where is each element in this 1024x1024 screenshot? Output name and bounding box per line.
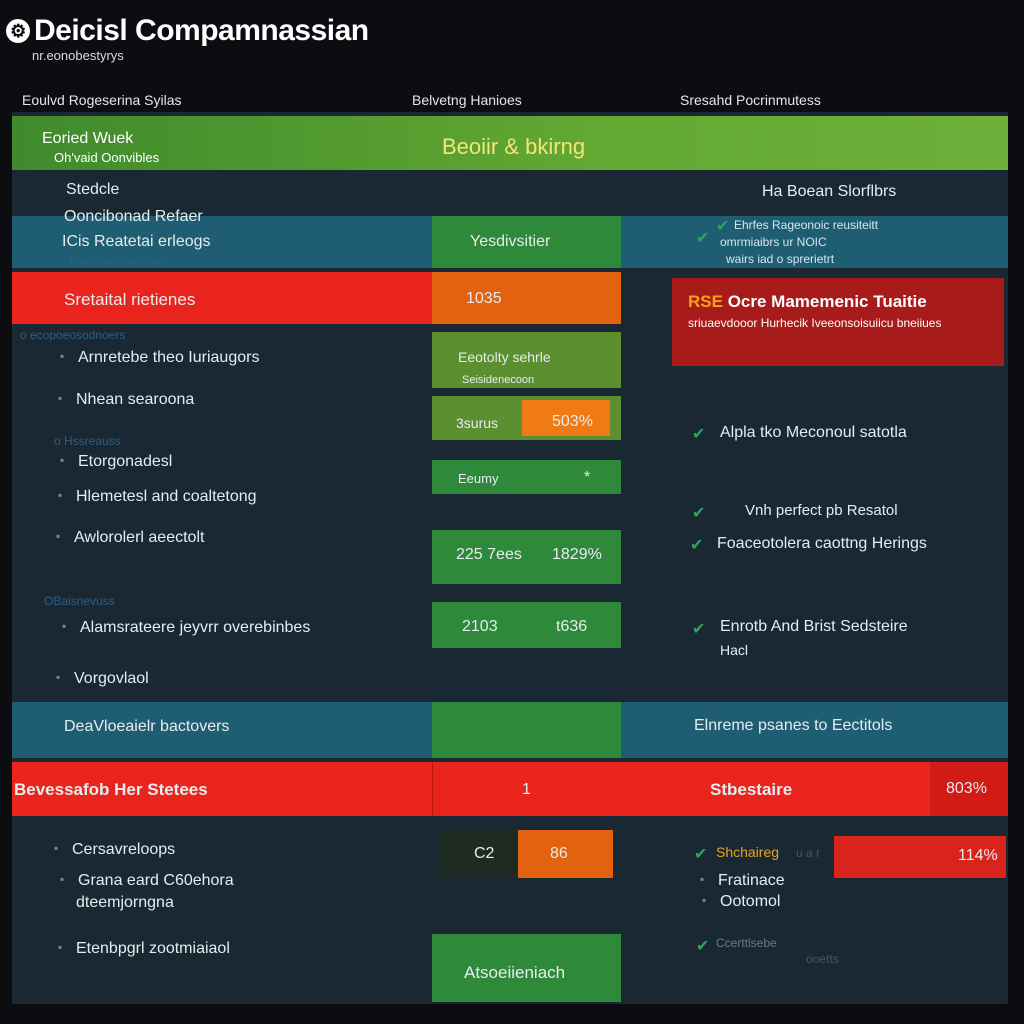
section3-item-3: Etenbpgrl zootmiaiaol [58,940,230,958]
page-title: ⚙ Deicisl Compamnassian [6,14,369,48]
teal-row-2-center-cell[interactable] [432,702,621,758]
red-row-2-divider [432,762,433,816]
note-sub: sriuaevdooor Hurhecik Iveeonsoisuiicu bn… [688,316,942,330]
section2-right-4: Enrotb And Brist Sedsteire [720,618,908,635]
cell-2-a: 3surus [456,415,499,431]
section3-right-1-faint: u a r [796,846,821,860]
cell-2-b: 503% [552,413,593,430]
section2-item-1: Arnretebe theo Iuriaugors [60,349,259,367]
section3-right-2: Fratinace [700,872,785,890]
section2-faint-3: OBaisnevuss [44,594,115,608]
column-header-2[interactable]: Belvetng Hanioes [412,92,522,108]
cell-1-b: Seisidenecoon [462,374,535,386]
section1-line2: ICis Reatetai erleogs [62,233,211,250]
section2-item-7: Vorgovlaol [56,670,149,688]
section2-right-3: Foaceotolera caottng Herings [717,535,927,552]
cell-3-b: * [584,469,591,486]
teal-row-2-right: Elnreme psanes to Eectitols [694,717,893,734]
red-row-2-right-value: 803% [946,780,987,797]
section1-right-line1: Ehrfes Rageonoic reusiteitt [734,218,879,232]
check-icon: ✔ [716,218,730,235]
logo-icon: ⚙ [6,19,30,43]
page-subtitle: nr.eonobestyrys [32,48,124,63]
section1-right-line3: wairs iad o sprerietrt [726,252,835,266]
title-text: Deicisl Compamnassian [34,14,369,47]
cell-4-a: 225 7ees [456,546,522,563]
teal-row-2-label: DeaVloeaielr bactovers [64,718,230,735]
column-header-1[interactable]: Eoulvd Rogeserina Syilas [22,92,182,108]
check-icon: ✔ [690,537,704,554]
column-header-3[interactable]: Sresahd Pocrinmutess [680,92,821,108]
cell-5-b: t636 [556,618,588,635]
section2-item-4: Hlemetesl and coaltetong [58,488,257,506]
yes-cell-label: Yesdivsitier [470,233,551,250]
red-row-2-label: Bevessafob Her Stetees [14,780,208,799]
check-icon: ✔ [694,846,708,863]
red-row-1-value-cell[interactable] [432,272,621,324]
section3-right-3: Ootomol [702,893,781,911]
section1-right-heading: Ha Boean Slorflbrs [762,183,897,200]
section1-right-line2: omrmiaibrs ur NOIC [720,235,827,249]
note-tag: RSE [688,292,723,311]
section2-faint-1: o ecopoeosodnoers [20,328,126,342]
cell-5-a: 2103 [462,618,498,635]
section3-item-2b: dteemjorngna [76,894,174,911]
red-row-1-value: 1035 [466,290,502,307]
green-header-center: Beoiir & bkirng [442,134,586,159]
section3-right-value: 114% [958,847,998,864]
section3-item-1: Cersavreloops [54,841,175,859]
green-header-left-1: Eoried Wuek [42,130,134,147]
section3-item-2a: Grana eard C60ehora [60,872,234,890]
section2-item-3: Etorgonadesl [60,453,172,471]
section2-item-6: Alamsrateere jeyvrr overebinbes [62,619,310,637]
section1-heading: Stedcle [66,181,120,198]
check-icon: ✔ [692,505,706,522]
section3-right-4-faint: ooetts [806,952,839,966]
section2-right-4b: Hacl [720,642,749,658]
cell-1-a: Eeotolty sehrle [458,349,551,365]
cell-7-text: Atsoeiieniach [464,963,566,982]
check-icon: ✔ [692,426,706,443]
section3-right-4: Ccerttlsebe [716,936,777,950]
section2-right-1: Alpla tko Meconoul satotla [720,424,907,441]
section1-faint: toetiirnarnaantorn [70,255,165,269]
cell-5[interactable] [432,602,621,648]
red-row-2-center: 1 [522,781,531,798]
section1-line1: Ooncibonad Refaer [64,208,203,225]
cell-6-b-text: 86 [550,845,568,862]
cell-4-b: 1829% [552,546,602,563]
green-header-left-2: Oh'vaid Oonvibles [54,150,160,165]
section2-item-2: Nhean searoona [58,391,194,409]
section3-right-1: Shchaireg [716,844,780,860]
check-icon: ✔ [696,938,710,955]
check-icon: ✔ [696,230,710,247]
check-icon: ✔ [692,621,706,638]
cell-3-a: Eeumy [458,471,499,486]
red-row-2-right-label: Stbestaire [710,780,793,799]
cell-6-a-text: C2 [474,845,495,862]
section2-item-5: Awlorolerl aeectolt [56,529,204,547]
section2-faint-2: o Hssreauss [54,434,121,448]
red-row-1-label: Sretaital rietienes [64,290,196,309]
mametenic-note[interactable]: RSE Ocre Mamemenic Tuaitie sriuaevdooor … [672,278,1004,366]
note-heading: Ocre Mamemenic Tuaitie [727,292,927,311]
section2-right-2: Vnh perfect pb Resatol [745,502,898,519]
